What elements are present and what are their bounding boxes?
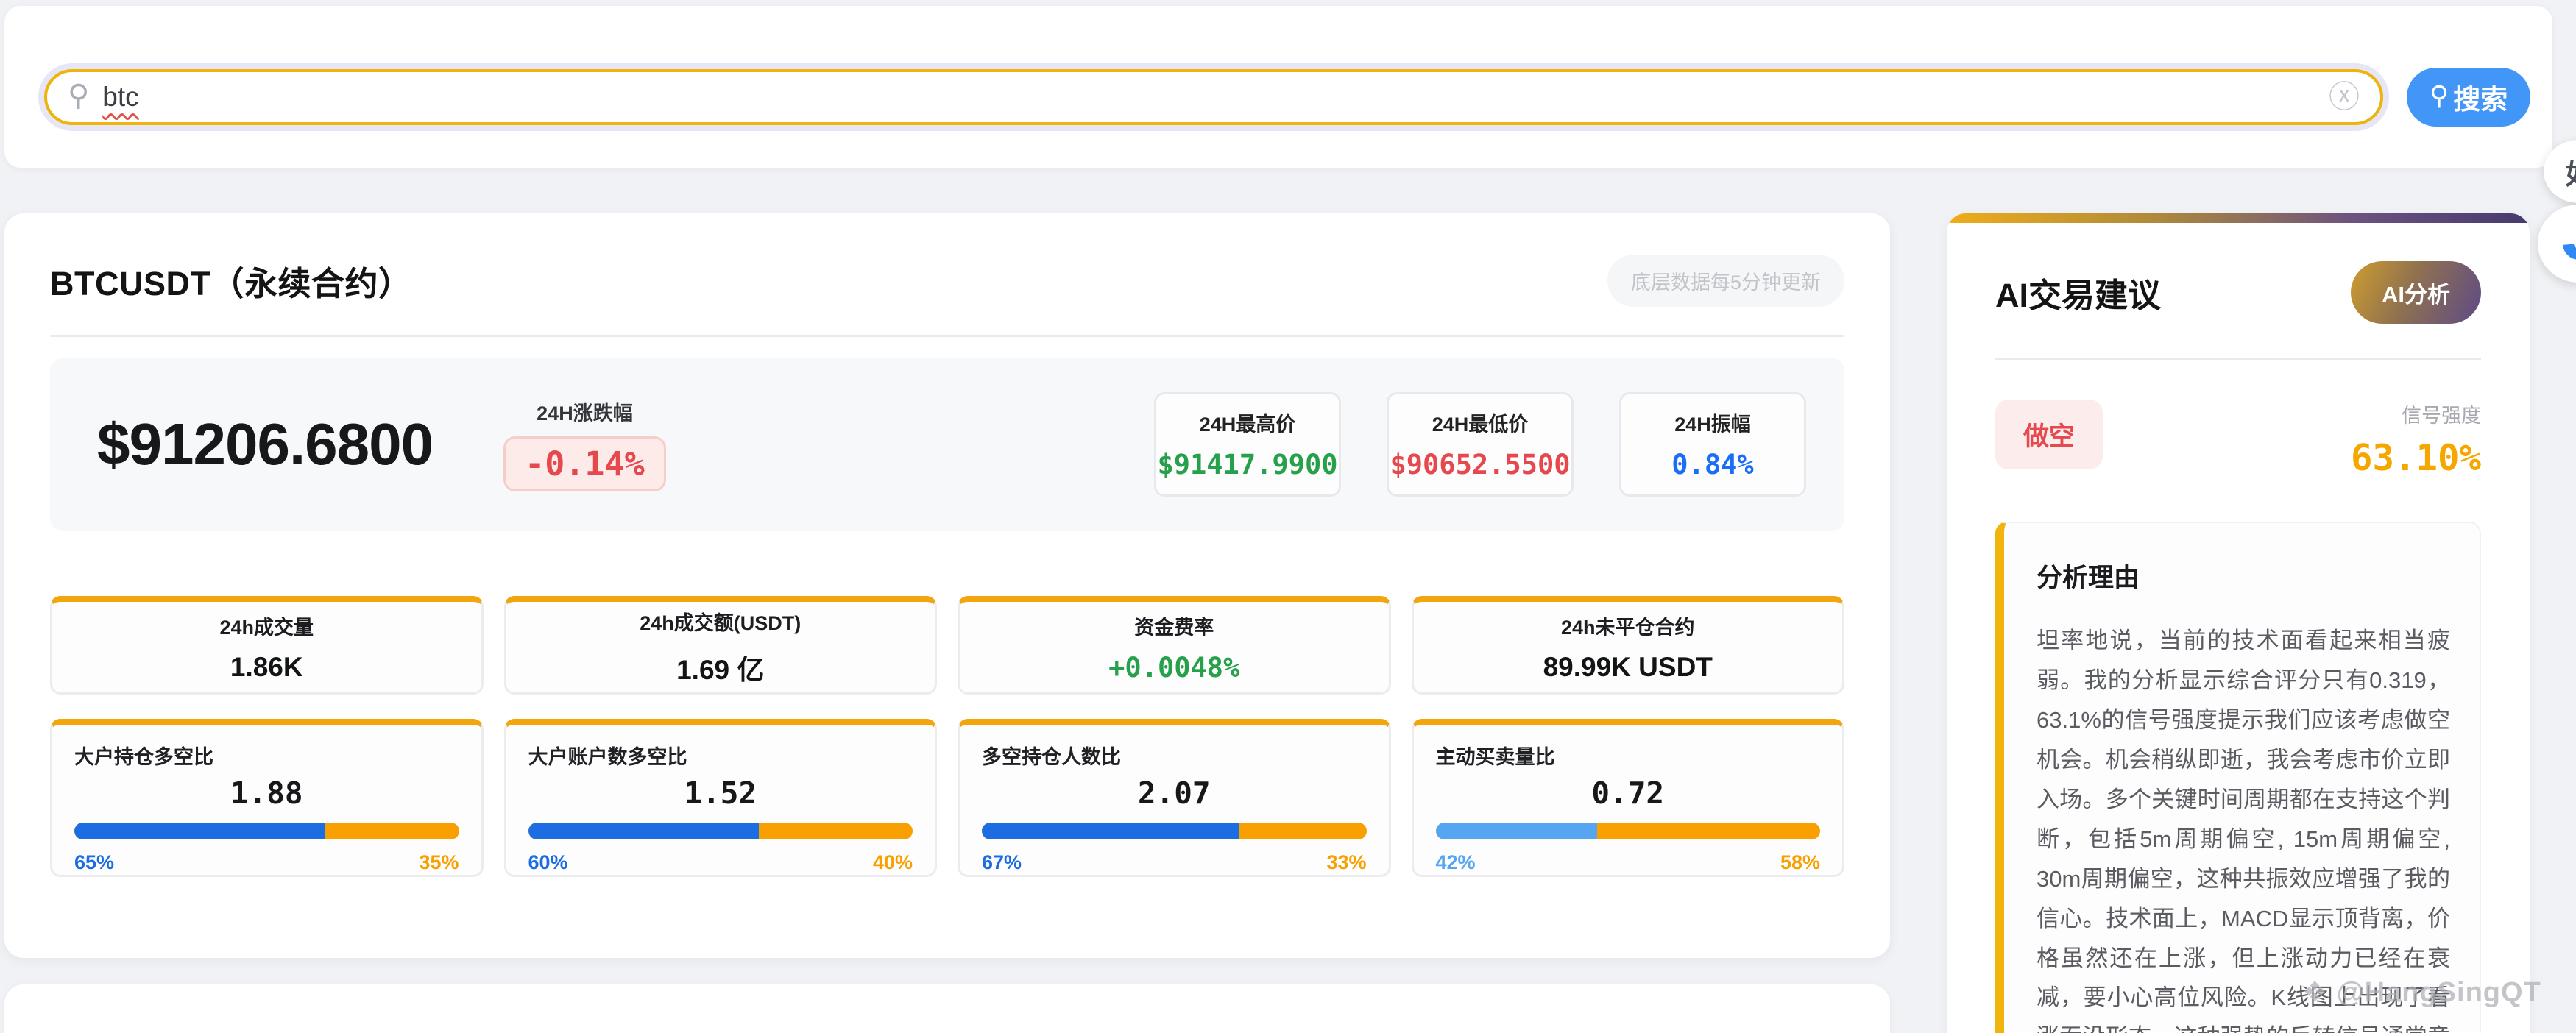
high-price-value: $91417.9900 [1157, 449, 1337, 480]
ratio-bar [74, 823, 459, 839]
page-title: BTCUSDT（永续合约） [50, 257, 411, 305]
ratio-bar-long-segment [982, 823, 1239, 839]
short-percent: 33% [1326, 851, 1366, 874]
short-percent: 35% [419, 851, 459, 874]
ai-panel-title: AI交易建议 [1995, 269, 2161, 316]
ratio-value: 1.88 [74, 775, 459, 811]
stat-label: 24h成交量 [219, 611, 314, 640]
high-price-card: 24H最高价 $91417.9900 [1154, 392, 1341, 497]
divider [50, 335, 1844, 337]
ratio-card-top-trader-accounts: 大户账户数多空比 1.52 60% 40% [504, 719, 938, 877]
search-input-value[interactable]: btc [102, 82, 138, 113]
search-row: ⚲ btc ⓧ ⚲ 搜索 [44, 68, 2532, 127]
analysis-reason-box: 分析理由 坦率地说，当前的技术面看起来相当疲弱。我的分析显示综合评分只有0.31… [1995, 522, 2481, 1033]
amplitude-card: 24H振幅 0.84% [1619, 392, 1806, 497]
stat-card-open-interest: 24h未平仓合约 89.99K USDT [1412, 596, 1845, 695]
ratio-bar-long-segment [528, 823, 760, 839]
ratio-label: 主动买卖量比 [1436, 741, 1821, 770]
search-header-card: ⚲ btc ⓧ ⚲ 搜索 [4, 6, 2552, 168]
ratio-card-long-short-people: 多空持仓人数比 2.07 67% 33% [958, 719, 1391, 877]
stat-label: 资金费率 [1134, 611, 1214, 640]
ratio-row: 大户持仓多空比 1.88 65% 35% 大户账户数多空比 1.52 60% 4… [50, 719, 1844, 877]
translate-icon: 如 [2565, 152, 2576, 192]
long-percent: 67% [982, 851, 1022, 874]
next-section-card [4, 984, 1890, 1033]
assistant-icon [2556, 221, 2576, 266]
ratio-value: 2.07 [982, 775, 1367, 811]
analysis-reason-text: 坦率地说，当前的技术面看起来相当疲弱。我的分析显示综合评分只有0.319，63.… [2037, 621, 2450, 1033]
analysis-reason-title: 分析理由 [2037, 557, 2450, 594]
short-percent: 58% [1780, 851, 1820, 874]
low-price-label: 24H最低价 [1432, 408, 1529, 437]
stat-card-volume: 24h成交量 1.86K [50, 596, 484, 695]
long-percent: 42% [1436, 851, 1476, 874]
stat-value: +0.0048% [1108, 652, 1239, 684]
change-label: 24H涨跌幅 [537, 397, 633, 426]
ai-panel-accent-bar [1947, 213, 2530, 223]
ratio-card-taker-buy-sell: 主动买卖量比 0.72 42% 58% [1412, 719, 1845, 877]
ratio-label: 多空持仓人数比 [982, 741, 1367, 770]
ai-analyze-button[interactable]: AI分析 [2351, 261, 2481, 324]
search-button-label: 搜索 [2453, 77, 2508, 117]
signal-strength-label: 信号强度 [2402, 400, 2481, 428]
signal-direction-badge: 做空 [1995, 400, 2103, 469]
market-overview-card: BTCUSDT（永续合约） 底层数据每5分钟更新 $91206.6800 24H… [4, 213, 1890, 958]
stat-value: 1.69 亿 [676, 647, 764, 687]
ratio-bar [1436, 823, 1821, 839]
short-percent: 40% [873, 851, 913, 874]
stat-label: 24h成交额(USDT) [640, 607, 801, 636]
ratio-bar-long-segment [74, 823, 325, 839]
search-button[interactable]: ⚲ 搜索 [2407, 68, 2530, 127]
stat-label: 24h未平仓合约 [1561, 611, 1695, 640]
long-percent: 65% [74, 851, 114, 874]
ratio-bar-long-segment [1436, 823, 1597, 839]
stat-value: 1.86K [230, 652, 303, 683]
amplitude-label: 24H振幅 [1674, 408, 1751, 437]
low-price-card: 24H最低价 $90652.5500 [1387, 392, 1574, 497]
divider [1995, 358, 2481, 360]
ratio-bar [528, 823, 913, 839]
stat-card-turnover: 24h成交额(USDT) 1.69 亿 [504, 596, 938, 695]
ratio-value: 0.72 [1436, 775, 1821, 811]
stat-card-funding-rate: 资金费率 +0.0048% [958, 596, 1391, 695]
price-hero-panel: $91206.6800 24H涨跌幅 -0.14% 24H最高价 $91417.… [50, 358, 1844, 531]
stats-row: 24h成交量 1.86K 24h成交额(USDT) 1.69 亿 资金费率 +0… [50, 596, 1844, 695]
ai-advice-panel: AI交易建议 AI分析 做空 信号强度 63.10% 分析理由 坦率地说，当前的… [1947, 213, 2530, 1033]
watermark: ❖ @HangSingQT [2302, 976, 2541, 1009]
ratio-bar [982, 823, 1367, 839]
ratio-card-top-trader-position: 大户持仓多空比 1.88 65% 35% [50, 719, 484, 877]
search-input[interactable]: ⚲ btc ⓧ [44, 69, 2383, 125]
search-icon: ⚲ [68, 81, 89, 110]
signal-strength-value: 63.10% [2351, 437, 2481, 479]
stat-value: 89.99K USDT [1543, 652, 1713, 683]
update-frequency-badge: 底层数据每5分钟更新 [1607, 255, 1844, 307]
high-price-label: 24H最高价 [1200, 408, 1296, 437]
assistant-widget-button[interactable] [2538, 205, 2576, 283]
search-button-icon: ⚲ [2430, 80, 2449, 111]
ratio-label: 大户持仓多空比 [74, 741, 459, 770]
low-price-value: $90652.5500 [1390, 449, 1570, 480]
change-value-badge: -0.14% [503, 436, 666, 491]
ratio-value: 1.52 [528, 775, 913, 811]
current-price: $91206.6800 [97, 411, 433, 478]
long-percent: 60% [528, 851, 568, 874]
ratio-label: 大户账户数多空比 [528, 741, 913, 770]
clear-input-icon[interactable]: ⓧ [2329, 82, 2360, 113]
amplitude-value: 0.84% [1671, 449, 1753, 480]
